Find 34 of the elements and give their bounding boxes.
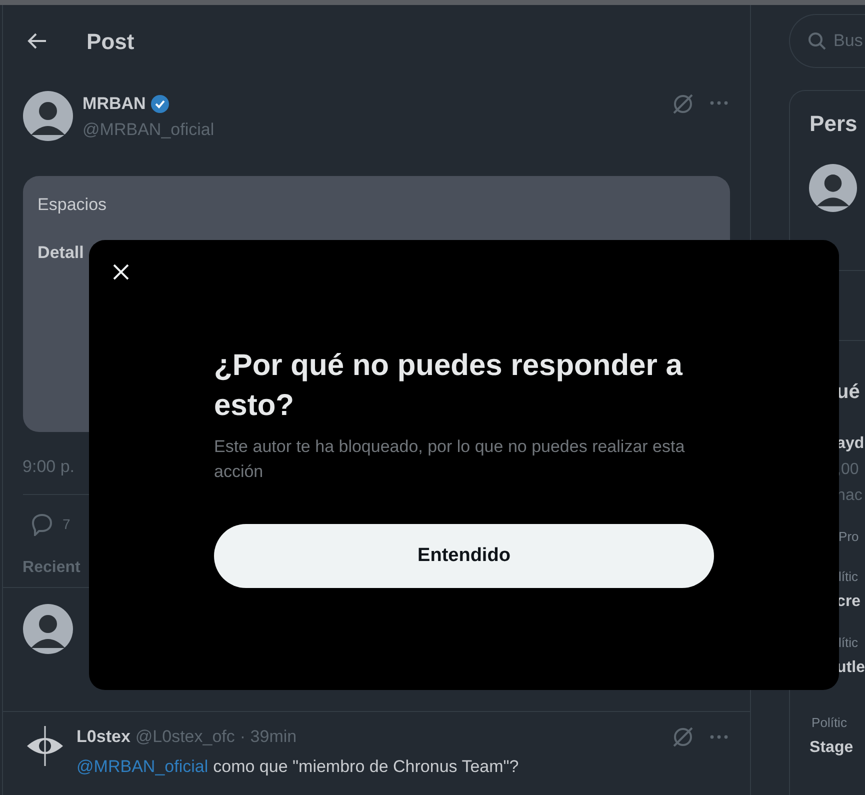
trend-text[interactable]: lític [836, 631, 865, 655]
trend-text[interactable]: Pro [836, 525, 865, 549]
avatar[interactable] [808, 164, 857, 212]
more-icon[interactable] [710, 734, 728, 739]
post-time[interactable]: 9:00 p. [22, 457, 75, 476]
reply-time: · 39min [240, 726, 297, 748]
space-label: Espacios [38, 194, 108, 216]
confirm-button[interactable]: Entendido [214, 524, 714, 588]
trend-text[interactable]: Polític [810, 711, 865, 735]
dialog-title: ¿Por qué no puedes responder a esto? [214, 348, 684, 424]
avatar[interactable] [22, 604, 73, 654]
page-title: Post [86, 28, 134, 56]
avatar[interactable] [22, 91, 73, 141]
search-field[interactable]: Bus [788, 14, 865, 68]
trend-text[interactable]: Stage [810, 735, 865, 761]
space-title: Detall [38, 242, 85, 264]
back-arrow-icon[interactable] [26, 32, 47, 50]
slashed-circle-icon[interactable] [672, 93, 694, 115]
trend-text[interactable]: ,00 [836, 457, 865, 483]
mention-link[interactable]: @MRBAN_oficial [76, 754, 208, 779]
reply-handle[interactable]: @L0stex_ofc [135, 724, 235, 750]
reply-count: 7 [62, 514, 70, 534]
sort-label[interactable]: Recient [22, 556, 80, 580]
dialog-message: Este autor te ha bloqueado, por lo que no puedes realizar esta acción [214, 436, 686, 483]
card-title: Pers [810, 111, 858, 136]
search-icon [808, 32, 826, 50]
author-handle[interactable]: @MRBAN_oficial [82, 116, 662, 142]
reply-text: como que "miembro de Chronus Team"? [213, 756, 519, 778]
slashed-circle-icon[interactable] [672, 726, 694, 748]
author-name[interactable]: MRBAN [82, 91, 146, 116]
trend-text[interactable]: lític [836, 565, 865, 589]
close-icon [113, 264, 129, 280]
reply-author-name[interactable]: L0stex [76, 724, 130, 750]
more-icon[interactable] [710, 101, 728, 105]
